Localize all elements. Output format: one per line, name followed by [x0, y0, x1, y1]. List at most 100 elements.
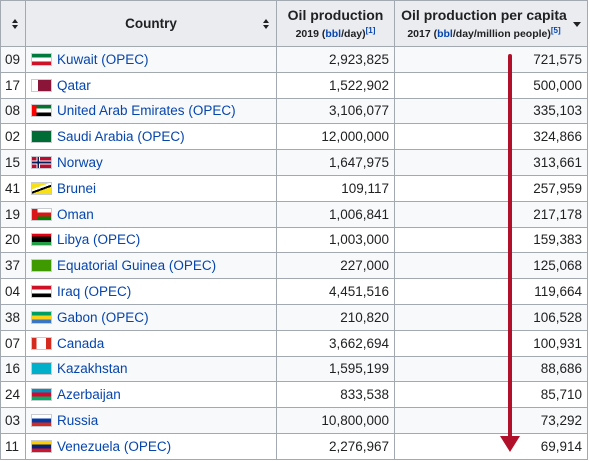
opec-label: (OPEC): [133, 129, 185, 145]
eqguinea-flag-icon[interactable]: [31, 259, 52, 273]
country-link[interactable]: Iraq: [57, 284, 80, 299]
opec-link[interactable]: OPEC: [173, 258, 211, 273]
oil-per-capita-cell: 721,575: [394, 46, 588, 73]
country-cell: Qatar: [25, 71, 277, 99]
country-link[interactable]: Saudi Arabia: [57, 129, 134, 144]
norway-flag-icon[interactable]: [31, 156, 52, 170]
oil-production-cell: 3,662,694: [276, 329, 395, 357]
oil-per-capita-cell: 159,383: [394, 226, 588, 254]
rank-cell: 19: [0, 200, 26, 228]
oman-flag-icon[interactable]: [31, 207, 52, 221]
country-link[interactable]: Libya: [57, 232, 89, 247]
table-row: 02 Saudi Arabia (OPEC) 12,000,000 324,866: [0, 123, 588, 151]
bbl-link[interactable]: bbl: [325, 28, 341, 40]
country-cell: Libya (OPEC): [25, 226, 277, 254]
oil-production-cell: 1,003,000: [276, 226, 395, 254]
oil-per-capita-cell: 88,686: [394, 355, 588, 383]
rank-cell: 11: [0, 432, 26, 460]
qatar-flag-icon[interactable]: [31, 78, 52, 92]
oil-production-header[interactable]: Oil production 2019 (bbl/day)[1]: [276, 0, 395, 47]
sort-arrows-icon[interactable]: [12, 18, 19, 29]
rank-cell: 20: [0, 226, 26, 254]
opec-link[interactable]: OPEC: [98, 232, 136, 247]
reference-link[interactable]: [1]: [366, 26, 376, 35]
oil-production-cell: 227,000: [276, 252, 395, 280]
oil-per-capita-cell: 73,292: [394, 407, 588, 434]
opec-label: (OPEC): [89, 232, 141, 248]
rank-header-sort[interactable]: [0, 0, 26, 47]
opec-link[interactable]: OPEC: [193, 103, 231, 118]
table-row: 17 Qatar 1,522,902 500,000: [0, 71, 588, 99]
opec-link[interactable]: OPEC: [89, 284, 127, 299]
country-link[interactable]: Qatar: [57, 78, 91, 93]
country-cell: Gabon (OPEC): [25, 303, 277, 331]
libya-flag-icon[interactable]: [31, 233, 52, 247]
country-link[interactable]: Russia: [57, 413, 98, 428]
table-row: 41 Brunei 109,117 257,959: [0, 174, 588, 202]
oil-production-table: Country Oil production 2019 (bbl/day)[1]…: [0, 0, 588, 460]
gabon-flag-icon[interactable]: [31, 310, 52, 324]
opec-label: (OPEC): [120, 438, 172, 454]
opec-link[interactable]: OPEC: [128, 439, 166, 454]
sort-descending-icon[interactable]: [573, 21, 581, 27]
oil-production-cell: 4,451,516: [276, 278, 395, 305]
country-header[interactable]: Country: [25, 0, 277, 47]
rank-cell: 41: [0, 174, 26, 202]
country-cell: Oman: [25, 200, 277, 228]
country-link[interactable]: Equatorial Guinea: [57, 258, 165, 273]
oil-production-cell: 1,522,902: [276, 71, 395, 99]
oil-per-capita-header-unit: 2017 (bbl/day/million people)[5]: [407, 26, 561, 40]
azerbaijan-flag-icon[interactable]: [31, 388, 52, 402]
oil-per-capita-cell: 106,528: [394, 303, 588, 331]
bbl-link[interactable]: bbl: [437, 28, 453, 40]
oil-production-cell: 210,820: [276, 303, 395, 331]
oil-per-capita-header[interactable]: Oil production per capita 2017 (bbl/day/…: [394, 0, 588, 47]
table-row: 11 Venezuela (OPEC) 2,276,967 69,914: [0, 432, 588, 460]
table-row: 19 Oman 1,006,841 217,178: [0, 200, 588, 228]
country-header-label: Country: [125, 16, 177, 31]
country-link[interactable]: Venezuela: [57, 439, 120, 454]
country-link[interactable]: Kazakhstan: [57, 361, 128, 376]
oil-per-capita-header-label: Oil production per capita: [401, 7, 567, 23]
kuwait-flag-icon[interactable]: [31, 52, 52, 66]
canada-flag-icon[interactable]: [31, 336, 52, 350]
oil-per-capita-cell: 217,178: [394, 200, 588, 228]
opec-label: (OPEC): [184, 103, 236, 119]
country-link[interactable]: Oman: [57, 207, 94, 222]
country-link[interactable]: Kuwait: [57, 52, 98, 67]
table-row: 04 Iraq (OPEC) 4,451,516 119,664: [0, 278, 588, 305]
rank-cell: 16: [0, 355, 26, 383]
opec-link[interactable]: OPEC: [142, 129, 180, 144]
oil-per-capita-cell: 313,661: [394, 149, 588, 176]
table-row: 07 Canada 3,662,694 100,931: [0, 329, 588, 357]
reference-link[interactable]: [5]: [551, 26, 561, 35]
oil-per-capita-cell: 125,068: [394, 252, 588, 280]
saudi-flag-icon[interactable]: [31, 130, 52, 144]
opec-label: (OPEC): [165, 258, 217, 274]
table-header-row: Country Oil production 2019 (bbl/day)[1]…: [0, 0, 588, 47]
iraq-flag-icon[interactable]: [31, 285, 52, 299]
rank-cell: 15: [0, 149, 26, 176]
country-cell: Kuwait (OPEC): [25, 46, 277, 73]
country-link[interactable]: Azerbaijan: [57, 387, 121, 402]
venezuela-flag-icon[interactable]: [31, 439, 52, 453]
table-row: 38 Gabon (OPEC) 210,820 106,528: [0, 303, 588, 331]
kazakhstan-flag-icon[interactable]: [31, 362, 52, 376]
rank-cell: 09: [0, 46, 26, 73]
country-cell: Iraq (OPEC): [25, 278, 277, 305]
country-link[interactable]: Gabon: [57, 310, 98, 325]
country-link[interactable]: Canada: [57, 336, 104, 351]
rank-cell: 38: [0, 303, 26, 331]
country-link[interactable]: United Arab Emirates: [57, 103, 185, 118]
oil-production-cell: 2,276,967: [276, 432, 395, 460]
opec-link[interactable]: OPEC: [106, 310, 144, 325]
sort-arrows-icon[interactable]: [263, 18, 270, 29]
country-link[interactable]: Norway: [57, 155, 103, 170]
opec-link[interactable]: OPEC: [106, 52, 144, 67]
oil-per-capita-cell: 100,931: [394, 329, 588, 357]
russia-flag-icon[interactable]: [31, 414, 52, 428]
brunei-flag-icon[interactable]: [31, 181, 52, 195]
table-row: 20 Libya (OPEC) 1,003,000 159,383: [0, 226, 588, 254]
country-link[interactable]: Brunei: [57, 181, 96, 196]
uae-flag-icon[interactable]: [31, 104, 52, 118]
